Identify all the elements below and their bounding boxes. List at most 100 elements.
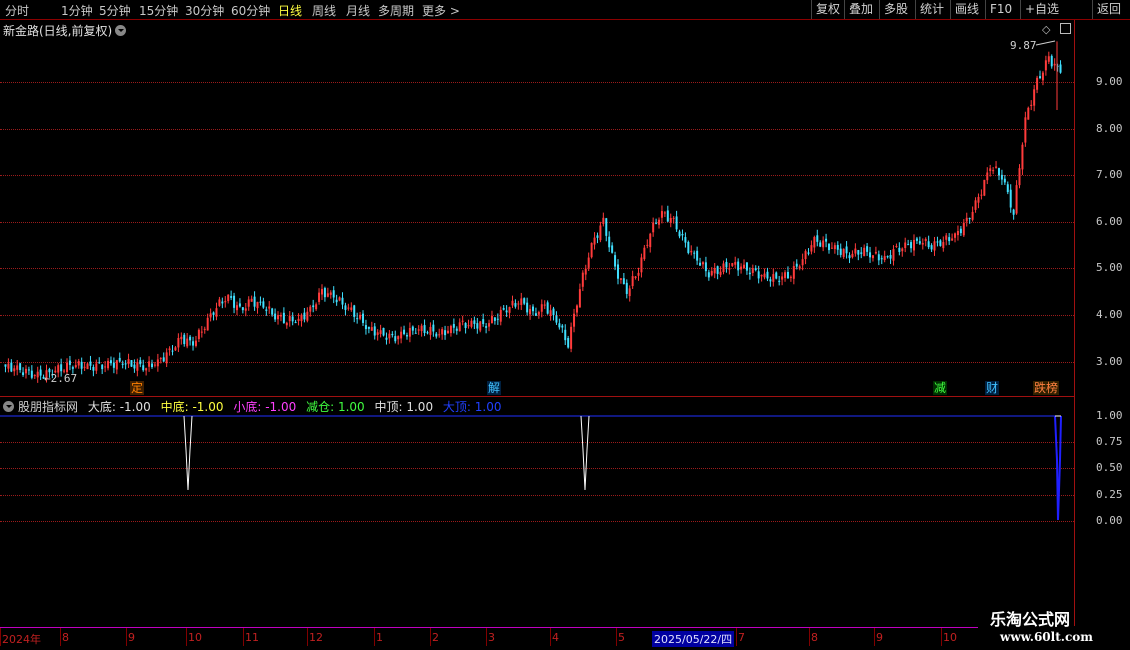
price-axis-label: 7.00 bbox=[1096, 168, 1123, 181]
event-marker[interactable]: 财 bbox=[985, 381, 1000, 395]
candle-body bbox=[215, 308, 218, 317]
event-marker[interactable]: 解 bbox=[487, 381, 502, 395]
candle-body bbox=[863, 247, 866, 257]
event-marker[interactable]: 定 bbox=[130, 381, 145, 395]
candle-body bbox=[221, 301, 224, 304]
low-price-value: 2.67 bbox=[50, 372, 78, 385]
candle-body bbox=[608, 236, 611, 248]
candle-body bbox=[1018, 168, 1021, 186]
candle-body bbox=[320, 288, 323, 295]
candle-body bbox=[596, 235, 599, 238]
candle-body bbox=[907, 244, 910, 246]
candle-body bbox=[593, 237, 596, 245]
event-marker[interactable]: 减 bbox=[933, 381, 948, 395]
candle-body bbox=[666, 210, 669, 222]
candle-body bbox=[962, 222, 965, 236]
candle-body bbox=[649, 233, 652, 248]
candle-body bbox=[309, 306, 312, 312]
candle-body bbox=[461, 320, 464, 322]
candle-body bbox=[467, 325, 470, 327]
candle-body bbox=[1050, 55, 1053, 67]
candle-body bbox=[830, 247, 833, 249]
tab-period[interactable]: 多周期 bbox=[378, 2, 414, 19]
candle-body bbox=[974, 200, 977, 210]
candle-body bbox=[4, 364, 7, 367]
candle-body bbox=[1024, 117, 1027, 143]
candle-body bbox=[854, 248, 857, 254]
date-label: 10 bbox=[943, 631, 957, 644]
candle-body bbox=[534, 313, 537, 316]
tab-period[interactable]: 15分钟 bbox=[139, 2, 178, 19]
candle-body bbox=[740, 266, 743, 270]
candle-body bbox=[233, 295, 236, 308]
candle-body bbox=[388, 333, 391, 339]
candle-body bbox=[918, 241, 921, 244]
candle-body bbox=[186, 338, 189, 347]
candle-body bbox=[438, 334, 441, 336]
more-menu[interactable]: 更多 > bbox=[422, 2, 460, 19]
candle-body bbox=[332, 290, 335, 298]
candle-body bbox=[364, 325, 367, 330]
price-axis-line bbox=[1074, 20, 1075, 626]
add-watchlist-button[interactable]: +自选 bbox=[1020, 0, 1063, 19]
draw-button[interactable]: 画线 bbox=[950, 0, 983, 19]
candle-body bbox=[165, 352, 168, 364]
tab-period[interactable]: 60分钟 bbox=[231, 2, 270, 19]
candle-body bbox=[1047, 56, 1050, 62]
tab-period[interactable]: 周线 bbox=[312, 2, 336, 19]
candle-body bbox=[370, 327, 373, 331]
candle-body bbox=[238, 303, 241, 307]
candle-body bbox=[719, 271, 722, 275]
candle-body bbox=[470, 320, 473, 327]
candle-body bbox=[1015, 185, 1018, 214]
multi-stock-button[interactable]: 多股 bbox=[879, 0, 912, 19]
fuquan-button[interactable]: 复权 bbox=[811, 0, 844, 19]
candle-body bbox=[379, 330, 382, 334]
candle-body bbox=[930, 245, 933, 250]
indicator-signal-blue bbox=[1054, 415, 1062, 521]
back-button[interactable]: 返回 bbox=[1092, 0, 1125, 19]
candle-body bbox=[1003, 178, 1006, 183]
overlay-button[interactable]: 叠加 bbox=[844, 0, 877, 19]
candle-body bbox=[933, 241, 936, 251]
tab-period[interactable]: 月线 bbox=[346, 2, 370, 19]
tab-period[interactable]: 分时 bbox=[5, 2, 29, 19]
candle-body bbox=[625, 282, 628, 294]
candle-body bbox=[315, 304, 318, 310]
candle-body bbox=[924, 238, 927, 242]
candle-body bbox=[748, 272, 751, 275]
candle-body bbox=[757, 271, 760, 279]
candle-body bbox=[92, 366, 95, 371]
candle-body bbox=[581, 272, 584, 287]
candle-body bbox=[989, 168, 992, 171]
price-axis-label: 4.00 bbox=[1096, 308, 1123, 321]
candle-body bbox=[567, 338, 570, 348]
tab-period[interactable]: 5分钟 bbox=[99, 2, 131, 19]
candle-body bbox=[151, 363, 154, 368]
candle-body bbox=[754, 268, 757, 271]
date-tick bbox=[736, 628, 737, 646]
candle-body bbox=[274, 313, 277, 320]
date-tick bbox=[486, 628, 487, 646]
candle-body bbox=[183, 334, 186, 345]
f10-button[interactable]: F10 bbox=[985, 0, 1016, 19]
candle-body bbox=[915, 238, 918, 241]
candle-body bbox=[795, 263, 798, 267]
tab-period-active[interactable]: 日线 bbox=[278, 2, 302, 19]
candle-body bbox=[288, 315, 291, 322]
candle-body bbox=[921, 242, 924, 245]
candle-body bbox=[80, 361, 83, 369]
candle-body bbox=[529, 308, 532, 315]
indicator-signal-white bbox=[183, 415, 193, 491]
tab-period[interactable]: 1分钟 bbox=[61, 2, 93, 19]
tab-period[interactable]: 30分钟 bbox=[185, 2, 224, 19]
candle-body bbox=[200, 331, 203, 333]
candle-body bbox=[898, 247, 901, 252]
date-label: 12 bbox=[309, 631, 323, 644]
stats-button[interactable]: 统计 bbox=[915, 0, 948, 19]
event-marker[interactable]: 跌榜 bbox=[1033, 381, 1060, 395]
candle-body bbox=[523, 298, 526, 304]
indicator-chart bbox=[0, 415, 1062, 521]
candle-body bbox=[1039, 76, 1042, 79]
candle-body bbox=[678, 231, 681, 237]
